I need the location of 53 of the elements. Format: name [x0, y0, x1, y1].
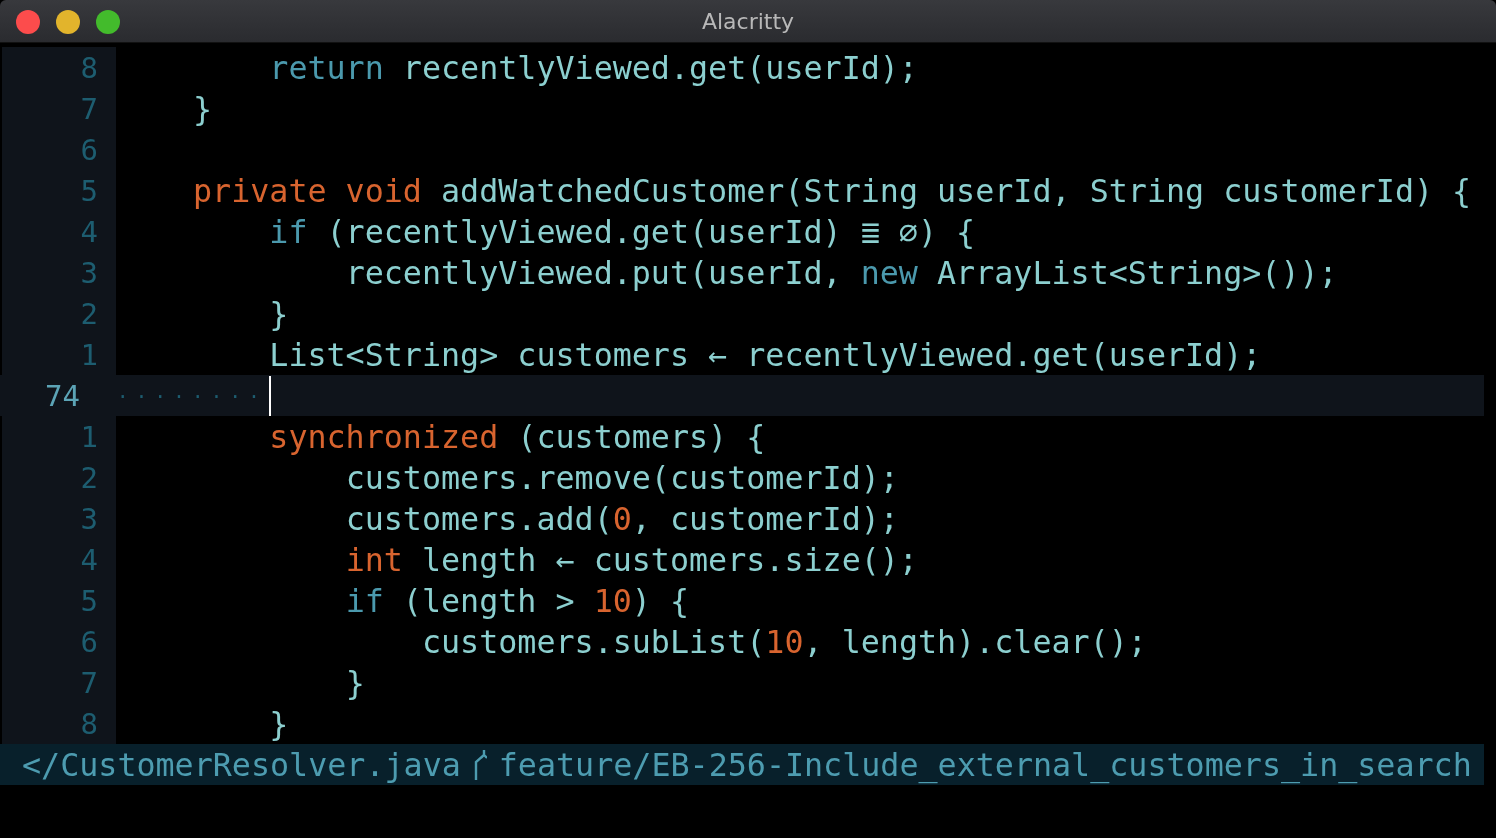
line-number: 1	[2, 416, 116, 457]
line-number: 8	[2, 703, 116, 744]
branch-icon	[472, 749, 487, 780]
number-text: 10	[593, 582, 632, 619]
number-text: 0	[612, 500, 632, 537]
code-text: customers.add(	[345, 500, 613, 537]
code-text: customers.subList(	[421, 623, 766, 660]
code-text: }	[269, 295, 289, 332]
line-number: 3	[2, 498, 116, 539]
code-text: }	[345, 664, 365, 701]
line-number: 6	[2, 129, 116, 170]
code-text: }	[269, 705, 289, 742]
code-text: ) {	[631, 582, 690, 619]
line-number: 2	[2, 293, 116, 334]
keyword-text: int	[345, 541, 403, 578]
number-text: 10	[765, 623, 804, 660]
line-number: 5	[2, 580, 116, 621]
keyword-text: if	[345, 582, 384, 619]
line-number: 7	[2, 88, 116, 129]
line-number: 5	[2, 170, 116, 211]
window-title: Alacritty	[701, 8, 795, 34]
file-path: </CustomerResolver.java	[22, 746, 461, 783]
line-number: 8	[2, 47, 116, 88]
line-number: 1	[2, 334, 116, 375]
keyword-text: synchronized	[269, 418, 499, 455]
code-text: (length >	[402, 582, 576, 619]
code-text: List<String> customers ← recentlyViewed.get(userId);	[269, 336, 1262, 373]
minimize-button[interactable]	[56, 10, 80, 34]
code-text: , length).clear();	[803, 623, 1147, 660]
keyword-text: if	[269, 213, 308, 250]
code-text: , customerId);	[631, 500, 899, 537]
code-text: (customers) {	[517, 418, 766, 455]
line-number: 4	[2, 539, 116, 580]
code-text: customers.remove(customerId);	[345, 459, 899, 496]
line-number: 4	[2, 211, 116, 252]
line-number: 7	[2, 662, 116, 703]
zoom-button[interactable]	[96, 10, 120, 34]
keyword-text: new	[860, 254, 918, 291]
keyword-text: return	[269, 49, 384, 86]
line-number: 3	[2, 252, 116, 293]
code-text: }	[193, 90, 213, 127]
line-number: 6	[2, 621, 116, 662]
whitespace-marks: ········	[117, 384, 268, 407]
keyword-text: private void	[193, 172, 422, 209]
code-text: ArrayList<String>());	[937, 254, 1338, 291]
branch-name: feature/EB-256-Include_external_customers_in_search	[498, 746, 1472, 783]
line-number: 2	[2, 457, 116, 498]
code-text: recentlyViewed.get(userId);	[402, 49, 918, 86]
code-text: length ← customers.size();	[421, 541, 918, 578]
code-text: recentlyViewed.put(userId,	[345, 254, 843, 291]
close-button[interactable]	[16, 10, 40, 34]
code-text: addWatchedCustomer(String userId, String customerId) {	[441, 172, 1472, 209]
code-text: (recentlyViewed.get(userId) ≣ ∅) {	[326, 213, 976, 250]
